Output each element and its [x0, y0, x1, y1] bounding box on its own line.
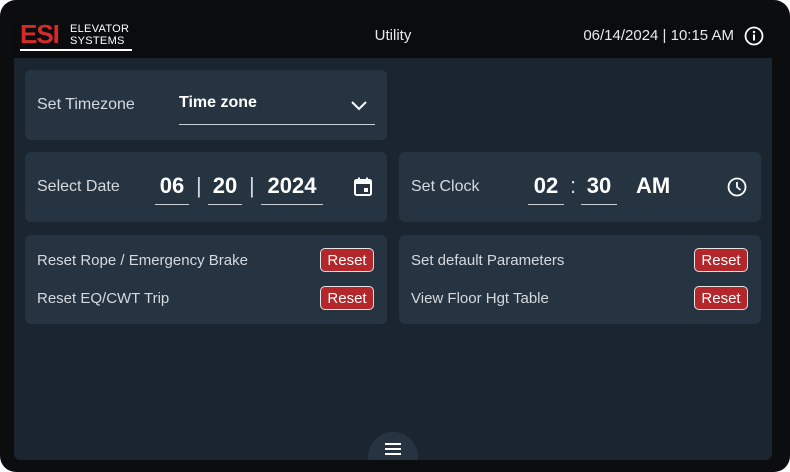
- clock-icon[interactable]: [726, 176, 748, 198]
- reset-rope-label: Reset Rope / Emergency Brake: [37, 252, 248, 269]
- timezone-card: Set Timezone Time zone: [25, 70, 387, 140]
- date-separator: |: [196, 173, 202, 198]
- menu-button[interactable]: [368, 432, 418, 460]
- current-datetime: 06/14/2024 | 10:15 AM: [583, 27, 734, 44]
- clock-label: Set Clock: [411, 178, 480, 195]
- screen: ESI ELEVATOR SYSTEMS Utility 06/14/2024 …: [14, 14, 772, 460]
- reset-card-right: Set default Parameters Reset View Floor …: [399, 235, 761, 324]
- timezone-select[interactable]: Time zone: [179, 90, 375, 125]
- info-icon[interactable]: [744, 26, 764, 46]
- reset-card-left: Reset Rope / Emergency Brake Reset Reset…: [25, 235, 387, 324]
- hamburger-menu-icon: [385, 443, 401, 455]
- ampm-toggle[interactable]: AM: [636, 168, 670, 204]
- month-field[interactable]: 06: [155, 168, 189, 205]
- chevron-down-icon: [351, 101, 367, 111]
- calendar-icon[interactable]: [352, 176, 374, 198]
- minute-field[interactable]: 30: [581, 168, 617, 205]
- timezone-label: Set Timezone: [37, 96, 135, 113]
- date-card: Select Date 06 | 20 | 2024: [25, 152, 387, 222]
- floor-hgt-reset-button[interactable]: Reset: [694, 286, 748, 310]
- day-field[interactable]: 20: [208, 168, 242, 205]
- reset-eq-label: Reset EQ/CWT Trip: [37, 290, 170, 307]
- clock-separator: :: [570, 173, 577, 198]
- floor-hgt-label: View Floor Hgt Table: [411, 290, 549, 307]
- clock-card: Set Clock 02 : 30 AM: [399, 152, 761, 222]
- top-bar: ESI ELEVATOR SYSTEMS Utility 06/14/2024 …: [14, 14, 772, 58]
- reset-eq-button[interactable]: Reset: [320, 286, 374, 310]
- default-params-label: Set default Parameters: [411, 252, 565, 269]
- timezone-value: Time zone: [179, 94, 257, 111]
- date-label: Select Date: [37, 178, 120, 195]
- reset-rope-button[interactable]: Reset: [320, 248, 374, 272]
- year-field[interactable]: 2024: [261, 168, 323, 205]
- device-frame: ESI ELEVATOR SYSTEMS Utility 06/14/2024 …: [0, 0, 790, 472]
- default-params-reset-button[interactable]: Reset: [694, 248, 748, 272]
- date-separator: |: [249, 173, 255, 198]
- hour-field[interactable]: 02: [528, 168, 564, 205]
